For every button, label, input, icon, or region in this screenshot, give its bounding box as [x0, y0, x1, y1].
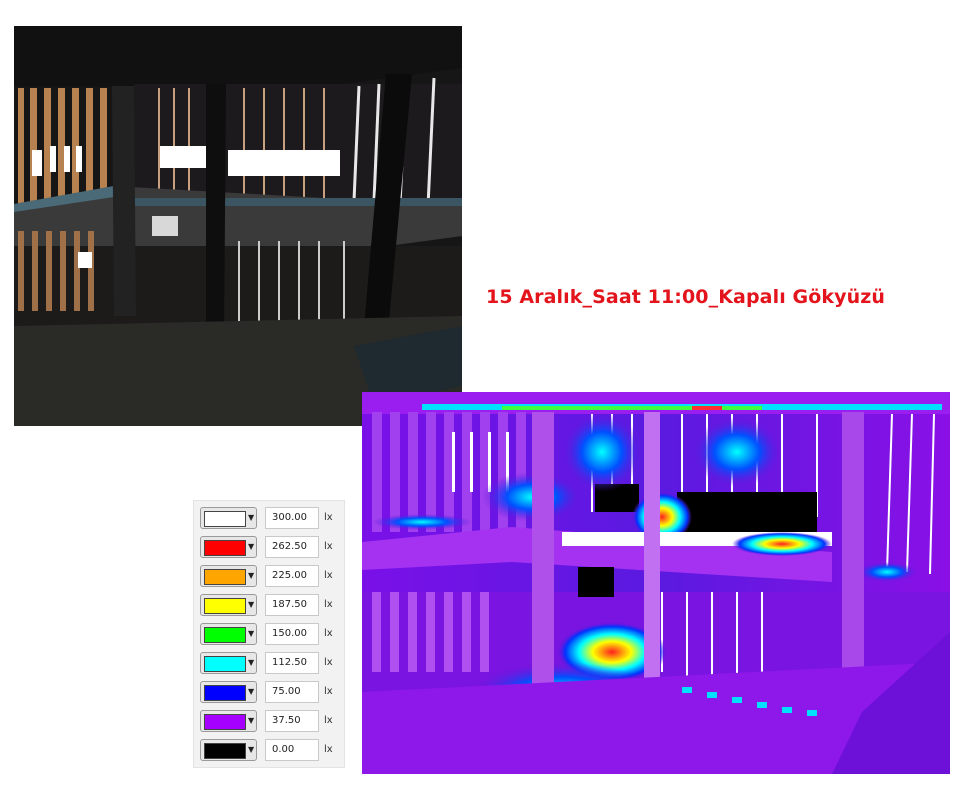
dropdown-arrow-icon: ▼ — [248, 687, 255, 696]
color-picker-button[interactable]: ▼ — [200, 710, 257, 732]
legend-row: ▼ 225.00 lx — [200, 565, 340, 587]
legend-row: ▼ 37.50 lx — [200, 710, 340, 732]
legend-value-field[interactable]: 300.00 — [265, 507, 319, 529]
legend-swatch — [204, 540, 246, 556]
legend-swatch — [204, 511, 246, 527]
color-picker-button[interactable]: ▼ — [200, 652, 257, 674]
render-illustration — [14, 26, 462, 426]
legend-value-field[interactable]: 187.50 — [265, 594, 319, 616]
legend-swatch — [204, 627, 246, 643]
legend-value-field[interactable]: 75.00 — [265, 681, 319, 703]
dropdown-arrow-icon: ▼ — [248, 745, 255, 754]
dropdown-arrow-icon: ▼ — [248, 629, 255, 638]
legend-unit: lx — [324, 512, 333, 523]
color-picker-button[interactable]: ▼ — [200, 565, 257, 587]
legend-swatch — [204, 598, 246, 614]
legend-unit: lx — [324, 657, 333, 668]
legend-value-field[interactable]: 150.00 — [265, 623, 319, 645]
legend-value-field[interactable]: 262.50 — [265, 536, 319, 558]
legend-swatch — [204, 685, 246, 701]
color-picker-button[interactable]: ▼ — [200, 623, 257, 645]
legend-unit: lx — [324, 599, 333, 610]
legend-unit: lx — [324, 744, 333, 755]
legend-value-field[interactable]: 0.00 — [265, 739, 319, 761]
color-picker-button[interactable]: ▼ — [200, 536, 257, 558]
dropdown-arrow-icon: ▼ — [248, 600, 255, 609]
legend-value-field[interactable]: 112.50 — [265, 652, 319, 674]
legend-unit: lx — [324, 628, 333, 639]
color-picker-button[interactable]: ▼ — [200, 507, 257, 529]
legend-row: ▼ 75.00 lx — [200, 681, 340, 703]
dropdown-arrow-icon: ▼ — [248, 542, 255, 551]
legend-row: ▼ 0.00 lx — [200, 739, 340, 761]
legend-swatch — [204, 569, 246, 585]
color-picker-button[interactable]: ▼ — [200, 681, 257, 703]
legend-unit: lx — [324, 686, 333, 697]
dropdown-arrow-icon: ▼ — [248, 658, 255, 667]
false-color-render-image — [362, 392, 950, 774]
legend-value-field[interactable]: 37.50 — [265, 710, 319, 732]
legend-swatch — [204, 714, 246, 730]
legend-unit: lx — [324, 541, 333, 552]
dropdown-arrow-icon: ▼ — [248, 513, 255, 522]
dropdown-arrow-icon: ▼ — [248, 571, 255, 580]
scenario-title: 15 Aralık_Saat 11:00_Kapalı Gökyüzü — [486, 286, 886, 308]
legend-swatch — [204, 656, 246, 672]
legend-unit: lx — [324, 715, 333, 726]
legend-row: ▼ 187.50 lx — [200, 594, 340, 616]
legend-row: ▼ 150.00 lx — [200, 623, 340, 645]
legend-row: ▼ 300.00 lx — [200, 507, 340, 529]
legend-unit: lx — [324, 570, 333, 581]
color-picker-button[interactable]: ▼ — [200, 739, 257, 761]
legend-row: ▼ 112.50 lx — [200, 652, 340, 674]
illuminance-legend: ▼ 300.00 lx ▼ 262.50 lx ▼ 225.00 lx ▼ 18… — [193, 500, 345, 768]
daylight-render-image — [14, 26, 462, 426]
false-color-illustration — [362, 392, 950, 774]
legend-value-field[interactable]: 225.00 — [265, 565, 319, 587]
dropdown-arrow-icon: ▼ — [248, 716, 255, 725]
legend-row: ▼ 262.50 lx — [200, 536, 340, 558]
legend-swatch — [204, 743, 246, 759]
color-picker-button[interactable]: ▼ — [200, 594, 257, 616]
